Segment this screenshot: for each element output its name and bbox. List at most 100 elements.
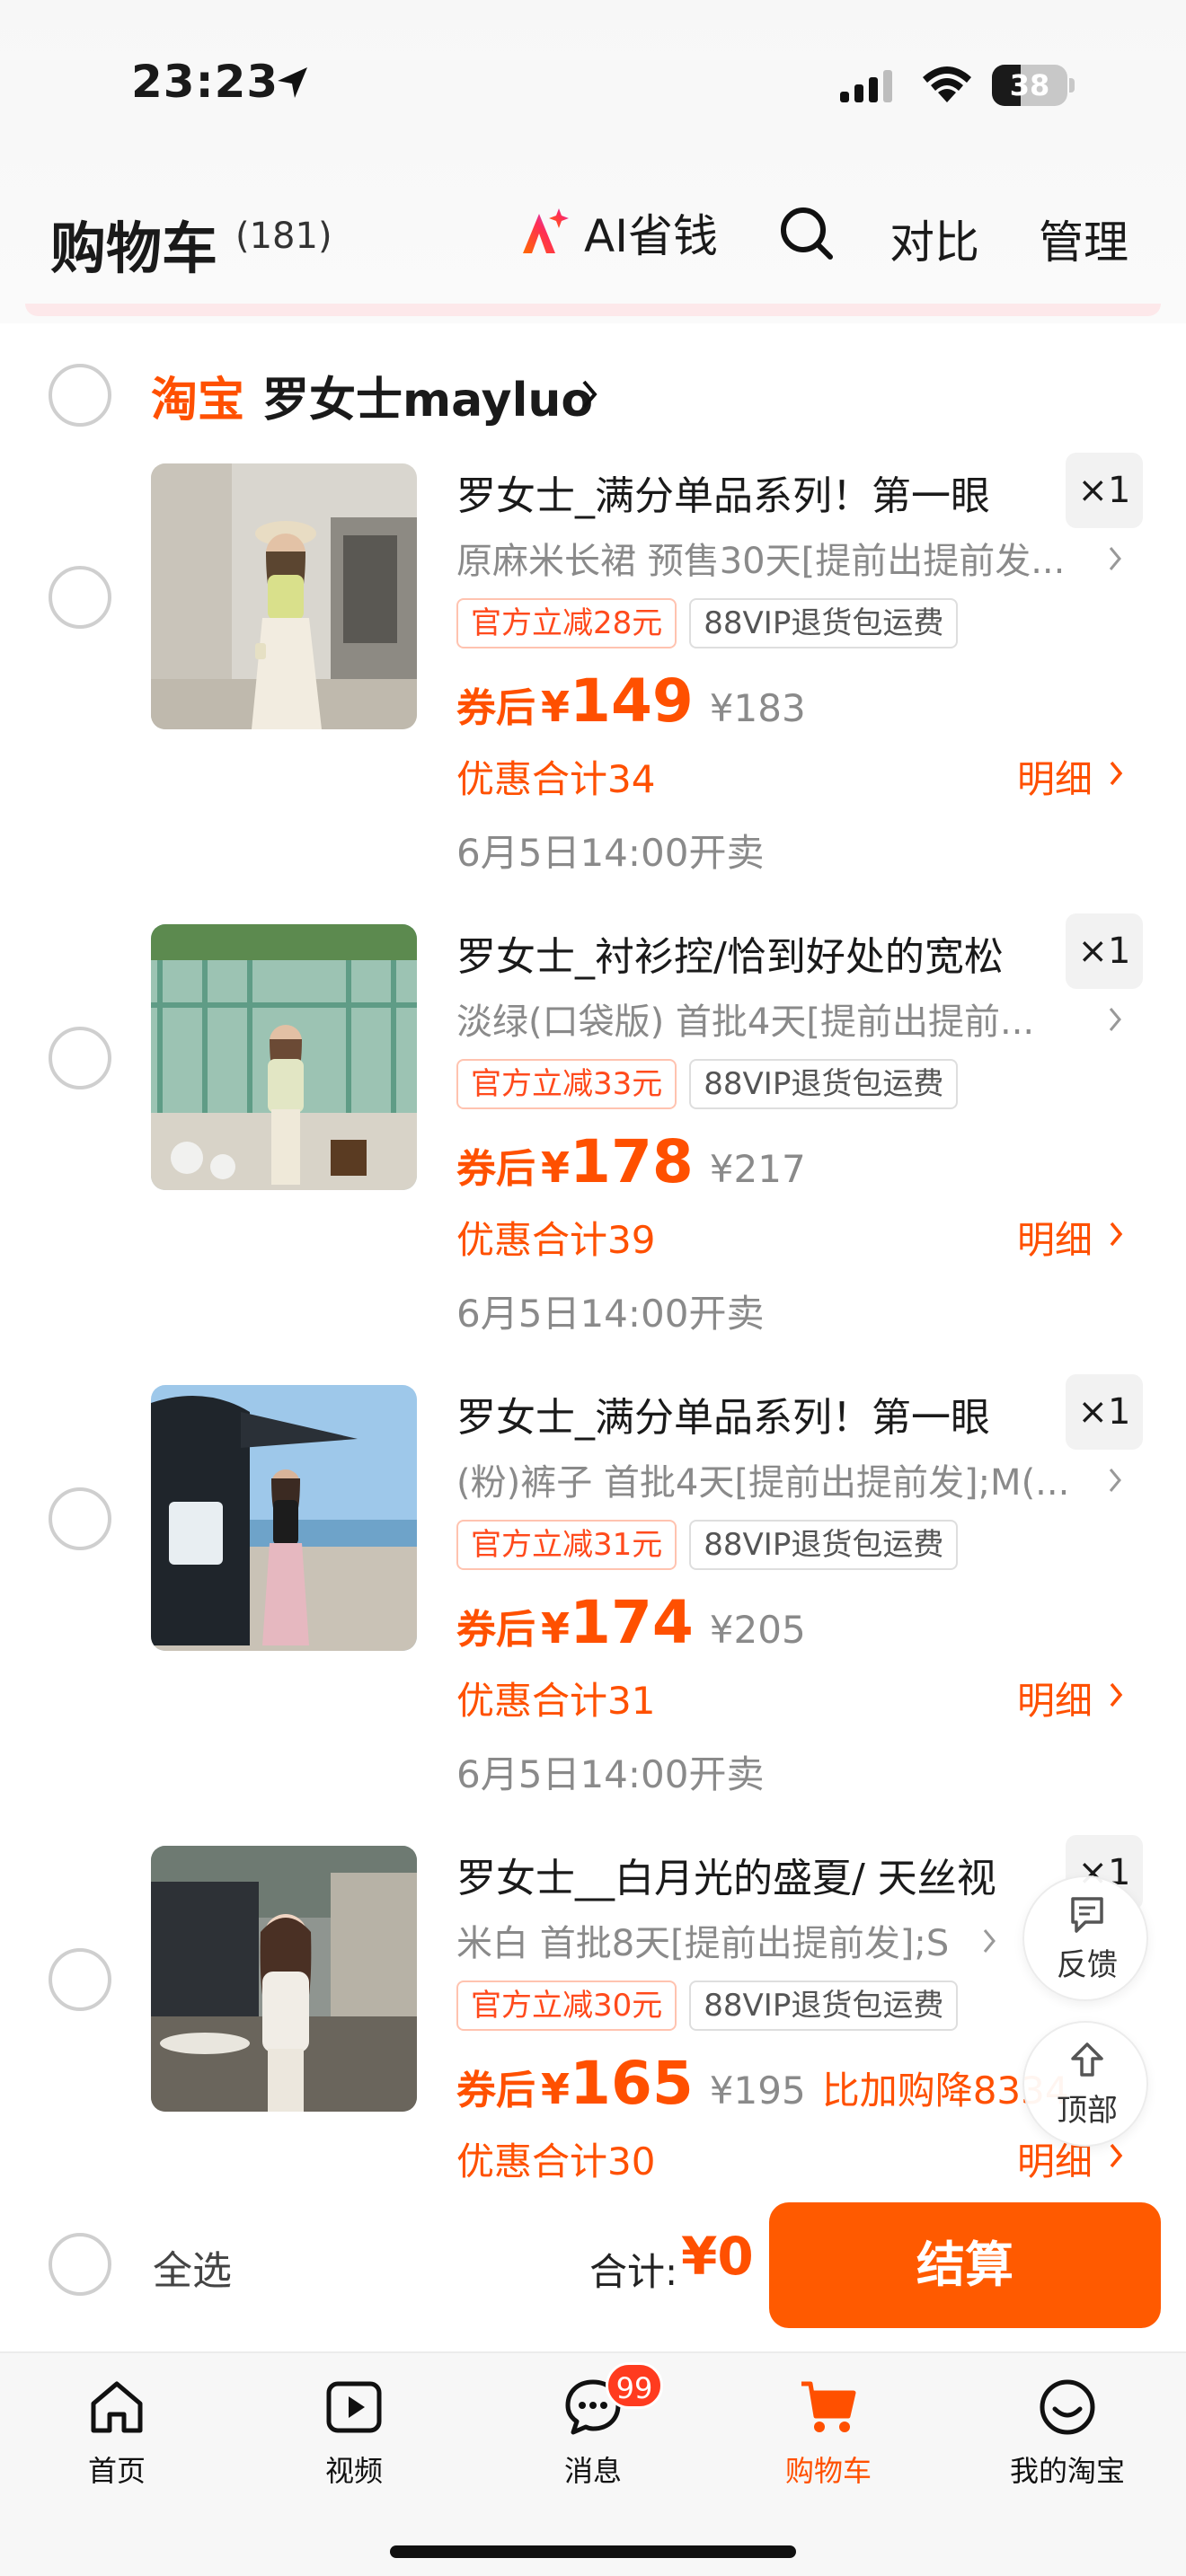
- item-checkbox[interactable]: [49, 1027, 111, 1090]
- price-row: 券后 ¥ 165 ¥195 比加购降8334: [456, 2049, 1069, 2118]
- total-label: 合计:: [589, 2250, 678, 2294]
- price-currency: ¥: [541, 1143, 571, 1192]
- detail-link[interactable]: 明细: [1017, 749, 1093, 804]
- page-title: 购物车: [50, 216, 218, 281]
- cart-header: 购物车 (181) AI省钱 对比 管理: [0, 180, 1186, 296]
- ai-sparkle-icon: [523, 208, 569, 253]
- item-sku[interactable]: 原麻米长裙 预售30天[提前出提前发...: [456, 532, 1065, 584]
- official-discount-tag: 官方立减33元: [456, 1059, 677, 1109]
- item-checkbox[interactable]: [49, 1487, 111, 1550]
- ai-save-button[interactable]: AI省钱: [516, 201, 718, 264]
- official-discount-tag: 官方立减28元: [456, 598, 677, 648]
- detail-link[interactable]: 明细: [1017, 1210, 1093, 1265]
- ai-save-label: AI省钱: [584, 210, 718, 262]
- promo-tags: 官方立减33元 88VIP退货包运费: [456, 1059, 959, 1109]
- cart-icon: [801, 2381, 856, 2432]
- bottom-tab-bar: 首页 视频 99 消息 购物车 我的淘宝: [0, 2351, 1186, 2576]
- price-row: 券后 ¥ 174 ¥205: [456, 1588, 806, 1657]
- select-all-label[interactable]: 全选: [153, 2238, 232, 2296]
- vip-return-tag: 88VIP退货包运费: [689, 1981, 959, 2031]
- discount-total: 优惠合计39: [456, 1218, 656, 1262]
- item-title[interactable]: 罗女士_满分单品系列！第一眼: [456, 463, 990, 521]
- tab-messages[interactable]: 99 消息: [494, 2362, 692, 2495]
- vip-return-tag: 88VIP退货包运费: [689, 1520, 959, 1570]
- feedback-label: 反馈: [1057, 1947, 1118, 1983]
- chevron-right-icon: [1110, 1222, 1123, 1247]
- price-prefix: 券后: [456, 1607, 535, 1653]
- price-currency: ¥: [541, 683, 571, 731]
- location-arrow-icon: [278, 67, 307, 98]
- quantity-stepper[interactable]: ×1: [1066, 1374, 1143, 1450]
- price-prefix: 券后: [456, 2068, 535, 2113]
- promo-tags: 官方立减30元 88VIP退货包运费: [456, 1981, 959, 2031]
- vip-return-tag: 88VIP退货包运费: [689, 1059, 959, 1109]
- status-bar: 23:23 38: [0, 0, 1186, 171]
- quantity-stepper[interactable]: ×1: [1066, 913, 1143, 989]
- product-image[interactable]: [151, 924, 417, 1190]
- feedback-icon: [1071, 1897, 1103, 1933]
- price-prefix: 券后: [456, 1146, 535, 1192]
- coupon-price: 178: [570, 1127, 694, 1196]
- cart-item: 罗女士_衬衫控/恰到好处的宽松 ×1 淡绿(口袋版) 首批4天[提前出提前...…: [0, 913, 1186, 1373]
- product-image[interactable]: [151, 1846, 417, 2112]
- item-checkbox[interactable]: [49, 566, 111, 629]
- back-to-top-label: 顶部: [1057, 2093, 1118, 2129]
- original-price: ¥195: [709, 2069, 806, 2113]
- promo-tags: 官方立减31元 88VIP退货包运费: [456, 1520, 959, 1570]
- battery-cap: [1069, 78, 1075, 93]
- tab-cart[interactable]: 购物车: [730, 2369, 927, 2495]
- promo-tags: 官方立减28元 88VIP退货包运费: [456, 598, 959, 648]
- item-title[interactable]: 罗女士_衬衫控/恰到好处的宽松: [456, 924, 1004, 982]
- video-icon: [326, 2381, 382, 2433]
- coupon-price: 165: [570, 2049, 694, 2118]
- cart-count: (181): [235, 216, 332, 257]
- checkout-bar: 全选 合计: ¥0 结算: [0, 2192, 1186, 2353]
- search-icon[interactable]: [778, 205, 836, 262]
- chevron-right-icon: [1110, 1682, 1123, 1707]
- compare-button[interactable]: 对比: [890, 207, 979, 271]
- chevron-right-icon: [1110, 2143, 1123, 2168]
- product-image[interactable]: [151, 1385, 417, 1651]
- item-sku[interactable]: 米白 首批8天[提前出提前发];S: [456, 1914, 949, 1966]
- vip-return-tag: 88VIP退货包运费: [689, 598, 959, 648]
- product-image[interactable]: [151, 463, 417, 729]
- discount-total: 优惠合计30: [456, 2139, 656, 2183]
- total-amount: ¥0: [681, 2226, 754, 2287]
- tab-my-taobao[interactable]: 我的淘宝: [969, 2369, 1166, 2495]
- price-row: 券后 ¥ 149 ¥183: [456, 666, 806, 736]
- sku-chevron-icon: [1109, 1469, 1121, 1492]
- tab-label: 消息: [563, 2454, 622, 2488]
- back-to-top-button[interactable]: 顶部: [1022, 2021, 1148, 2147]
- item-sku[interactable]: (粉)裤子 首批4天[提前出提前发];M(...: [456, 1453, 1069, 1505]
- checkout-button[interactable]: 结算: [769, 2202, 1161, 2328]
- sku-chevron-icon: [1109, 547, 1121, 570]
- item-sku[interactable]: 淡绿(口袋版) 首批4天[提前出提前...: [456, 992, 1034, 1045]
- cart-item: 罗女士__白月光的盛夏/ 天丝视 ×1 米白 首批8天[提前出提前发];S 官方…: [0, 1835, 1186, 2183]
- discount-total: 优惠合计31: [456, 1679, 656, 1723]
- manage-button[interactable]: 管理: [1039, 207, 1128, 271]
- quantity-stepper[interactable]: ×1: [1066, 453, 1143, 528]
- shop-row[interactable]: 淘宝 罗女士mayluo: [0, 355, 1186, 436]
- tab-label: 首页: [87, 2454, 146, 2488]
- item-checkbox[interactable]: [49, 1948, 111, 2011]
- tab-home[interactable]: 首页: [18, 2369, 216, 2495]
- shop-name[interactable]: 罗女士mayluo: [262, 362, 593, 429]
- sku-chevron-icon: [983, 1929, 996, 1953]
- feedback-button[interactable]: 反馈: [1022, 1875, 1148, 2001]
- original-price: ¥183: [709, 686, 806, 730]
- shop-checkbox[interactable]: [49, 364, 111, 427]
- tab-label: 购物车: [784, 2454, 872, 2488]
- price-prefix: 券后: [456, 685, 535, 731]
- item-title[interactable]: 罗女士__白月光的盛夏/ 天丝视: [456, 1846, 996, 1903]
- select-all-checkbox[interactable]: [49, 2233, 111, 2296]
- official-discount-tag: 官方立减31元: [456, 1520, 677, 1570]
- sale-date: 6月5日14:00开卖: [456, 831, 765, 875]
- price-currency: ¥: [541, 2065, 571, 2113]
- cart-item: 罗女士_满分单品系列！第一眼 ×1 (粉)裤子 首批4天[提前出提前发];M(.…: [0, 1374, 1186, 1834]
- detail-link[interactable]: 明细: [1017, 1671, 1093, 1725]
- tab-video[interactable]: 视频: [255, 2369, 453, 2495]
- shop-platform-label: 淘宝: [151, 374, 245, 428]
- item-title[interactable]: 罗女士_满分单品系列！第一眼: [456, 1385, 990, 1442]
- arrow-up-icon: [1071, 2042, 1103, 2077]
- original-price: ¥205: [709, 1608, 806, 1652]
